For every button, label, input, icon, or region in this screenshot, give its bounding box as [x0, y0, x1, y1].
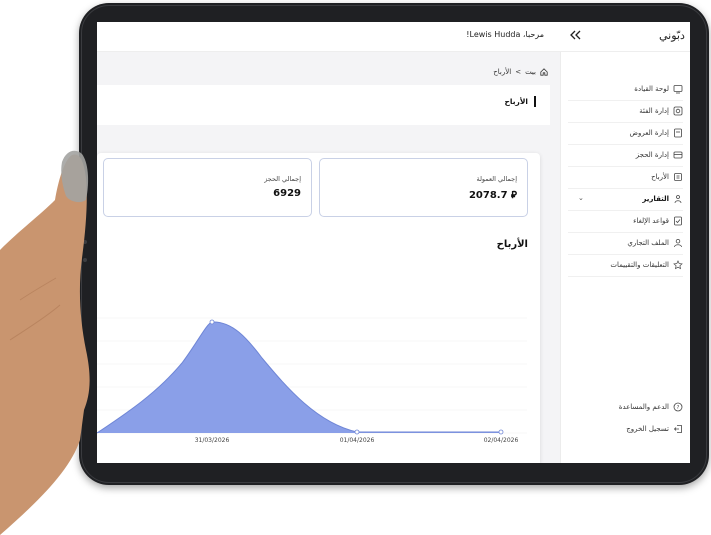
sidebar-item-label: إدارة الفئة	[639, 107, 669, 115]
tab-earnings[interactable]: الأرباح	[504, 96, 536, 107]
sidebar-item-offers[interactable]: إدارة العروض	[568, 123, 683, 143]
booking-icon	[673, 151, 683, 159]
logout-icon	[673, 425, 682, 433]
cancel-rules-icon	[674, 216, 682, 226]
sidebar-item-cancel-rules[interactable]: قواعد الإلغاء	[568, 211, 683, 231]
sidebar-item-label: التعليقات والتقييمات	[610, 261, 669, 269]
commission-label: إجمالي العمولة	[476, 175, 517, 183]
breadcrumb-home[interactable]: بيت	[525, 68, 536, 76]
sidebar-item-category[interactable]: إدارة الفئة	[568, 101, 683, 121]
earnings-icon	[674, 173, 682, 181]
sidebar-item-earnings[interactable]: الأرباح	[568, 167, 683, 187]
chart-title: الأرباح	[496, 239, 528, 250]
x-tick-label: 31/03/2026	[195, 437, 230, 444]
app-screen: الأرباح < بيت الأرباح إجمالي العمولة 207…	[97, 22, 690, 463]
earnings-card: إجمالي العمولة 2078.7 ⃁ إجمالي الحجز 692…	[97, 153, 540, 463]
commission-value: 2078.7 ⃁	[469, 188, 517, 201]
sidebar-item-label: تسجيل الخروج	[626, 425, 669, 433]
greeting-text: مرحبا، Lewis Hudda!	[466, 30, 544, 39]
sidebar-item-booking[interactable]: إدارة الحجز	[568, 145, 683, 165]
x-tick-label: 01/04/2026	[340, 437, 375, 444]
earnings-chart: 31/03/2026 01/04/2026 02/04/2026	[97, 317, 527, 444]
sidebar-item-profile[interactable]: الملف التجاري	[568, 233, 683, 253]
data-point[interactable]	[209, 319, 215, 325]
sidebar-item-label: الدعم والمساعدة	[618, 403, 669, 411]
sidebar-item-label: قواعد الإلغاء	[633, 217, 669, 225]
sidebar-item-label: التقارير	[642, 195, 669, 203]
reviews-icon	[673, 260, 683, 270]
brand-logo: دبّوني	[659, 29, 685, 42]
sidebar-item-label: الملف التجاري	[627, 239, 669, 247]
sidebar-item-label: إدارة العروض	[629, 129, 669, 137]
reports-icon	[674, 195, 682, 204]
breadcrumb: الأرباح < بيت	[493, 68, 548, 76]
divider	[568, 276, 683, 277]
area-series	[97, 321, 501, 433]
sidebar-item-reviews[interactable]: التعليقات والتقييمات	[568, 255, 683, 275]
breadcrumb-current[interactable]: الأرباح	[493, 68, 511, 76]
svg-text:?: ?	[677, 405, 680, 411]
hand-holding-tablet	[0, 150, 90, 535]
tab-bar: الأرباح	[97, 85, 550, 125]
sidebar-item-support[interactable]: ? الدعم والمساعدة	[568, 397, 683, 417]
breadcrumb-separator: <	[515, 68, 522, 76]
top-bar: مرحبا، Lewis Hudda! دبّوني	[97, 22, 690, 52]
dashboard-icon	[673, 85, 683, 94]
riyal-icon: ⃁	[511, 190, 517, 201]
offers-icon	[674, 128, 682, 138]
bookings-label: إجمالي الحجز	[264, 175, 301, 183]
help-icon: ?	[673, 402, 683, 412]
sidebar-item-dashboard[interactable]: لوحة القيادة	[568, 79, 683, 99]
home-icon[interactable]	[540, 68, 548, 76]
sidebar-item-label: إدارة الحجز	[635, 151, 669, 159]
x-tick-label: 02/04/2026	[484, 437, 519, 444]
sidebar-item-label: لوحة القيادة	[634, 85, 669, 93]
commission-stat-card: إجمالي العمولة 2078.7 ⃁	[319, 158, 528, 217]
category-icon	[673, 106, 683, 116]
commission-amount: 2078.7	[468, 190, 508, 201]
sidebar-item-label: الأرباح	[651, 173, 669, 181]
data-point[interactable]	[498, 429, 504, 435]
data-point[interactable]	[354, 429, 360, 435]
profile-icon	[674, 239, 682, 248]
collapse-sidebar-icon[interactable]	[569, 28, 583, 42]
chevron-down-icon[interactable]: ⌄	[578, 194, 584, 202]
main-content: الأرباح < بيت الأرباح إجمالي العمولة 207…	[97, 51, 560, 463]
sidebar: لوحة القيادة إدارة الفئة إدارة العروض إد…	[560, 51, 690, 463]
sidebar-item-logout[interactable]: تسجيل الخروج	[568, 419, 683, 439]
bookings-value: 6929	[273, 188, 301, 199]
sidebar-item-reports[interactable]: التقارير ⌄	[568, 189, 683, 209]
